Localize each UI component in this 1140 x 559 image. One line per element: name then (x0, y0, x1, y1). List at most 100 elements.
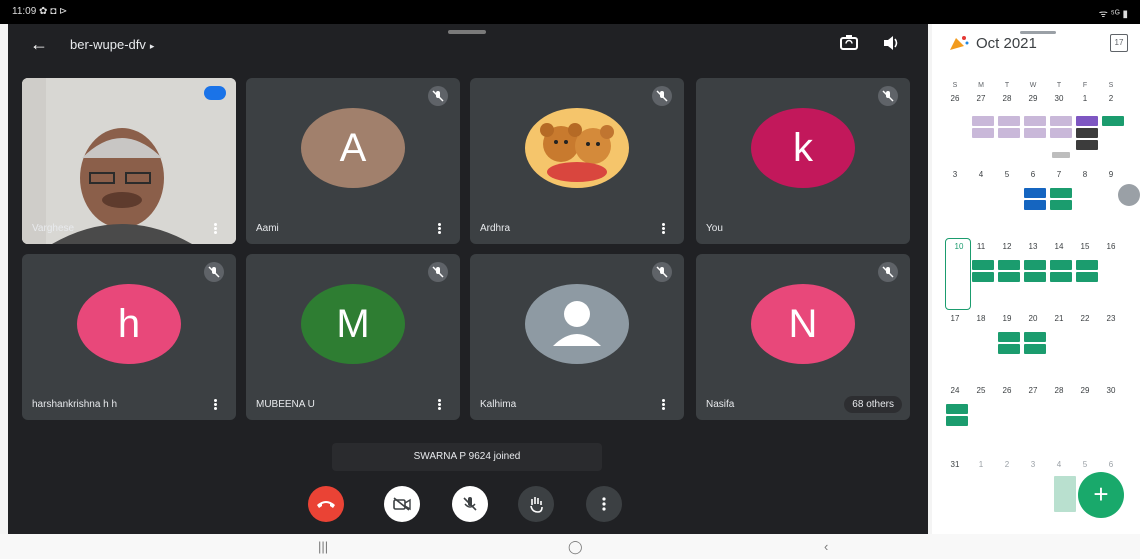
more-vert-icon[interactable] (214, 399, 218, 411)
day-number[interactable]: 2 (1100, 94, 1122, 103)
recents-icon[interactable]: ||| (318, 539, 328, 554)
day-number[interactable]: 9 (1100, 170, 1122, 179)
day-number[interactable]: 24 (944, 386, 966, 395)
home-icon[interactable]: ◯ (568, 539, 583, 555)
calendar-event[interactable] (1050, 128, 1072, 138)
more-options-button[interactable] (586, 486, 622, 522)
calendar-event[interactable] (972, 272, 994, 282)
calendar-event[interactable] (1024, 188, 1046, 198)
calendar-event[interactable] (998, 344, 1020, 354)
participant-tile[interactable]: k You (696, 78, 910, 244)
day-number[interactable]: 6 (1022, 170, 1044, 179)
day-number[interactable]: 3 (944, 170, 966, 179)
camera-switch-icon[interactable] (838, 32, 860, 54)
add-event-button[interactable]: + (1078, 472, 1124, 518)
calendar-event[interactable] (1076, 272, 1098, 282)
day-number[interactable]: 4 (1048, 460, 1070, 469)
mic-toggle-button[interactable] (452, 486, 488, 522)
participant-tile[interactable]: Varghese (22, 78, 236, 244)
day-number[interactable]: 25 (970, 386, 992, 395)
calendar-drag-handle[interactable] (1020, 31, 1056, 34)
day-number[interactable]: 28 (996, 94, 1018, 103)
day-number[interactable]: 5 (1074, 460, 1096, 469)
day-number[interactable]: 1 (970, 460, 992, 469)
day-number[interactable]: 22 (1074, 314, 1096, 323)
day-number[interactable]: 19 (996, 314, 1018, 323)
more-vert-icon[interactable] (438, 399, 442, 411)
calendar-event[interactable] (1054, 476, 1076, 512)
day-number[interactable]: 29 (1022, 94, 1044, 103)
calendar-event[interactable] (1024, 272, 1046, 282)
calendar-event[interactable] (972, 116, 994, 126)
calendar-event[interactable] (1024, 128, 1046, 138)
calendar-event[interactable] (972, 128, 994, 138)
day-number[interactable]: 4 (970, 170, 992, 179)
day-number[interactable]: 30 (1048, 94, 1070, 103)
day-number[interactable]: 18 (970, 314, 992, 323)
participant-tile[interactable]: M MUBEENA U (246, 254, 460, 420)
day-number[interactable]: 27 (970, 94, 992, 103)
calendar-event[interactable] (1050, 260, 1072, 270)
edge-panel-handle[interactable] (1118, 184, 1140, 206)
day-number[interactable]: 1 (1074, 94, 1096, 103)
day-number[interactable]: 12 (996, 242, 1018, 251)
participant-tile[interactable]: N Nasifa 68 others (696, 254, 910, 420)
calendar-event[interactable] (1050, 116, 1072, 126)
day-number[interactable]: 28 (1048, 386, 1070, 395)
day-number[interactable]: 27 (1022, 386, 1044, 395)
calendar-event[interactable] (1024, 332, 1046, 342)
calendar-event[interactable] (1050, 188, 1072, 198)
meeting-code[interactable]: ber-wupe-dfv ▸ (70, 37, 154, 52)
speaker-icon[interactable] (880, 32, 902, 54)
day-number[interactable]: 20 (1022, 314, 1044, 323)
participant-tile[interactable]: A Aami (246, 78, 460, 244)
drag-handle[interactable] (448, 30, 486, 34)
day-number[interactable]: 26 (944, 94, 966, 103)
day-number[interactable]: 26 (996, 386, 1018, 395)
calendar-event[interactable] (998, 260, 1020, 270)
day-number[interactable]: 21 (1048, 314, 1070, 323)
day-number[interactable]: 2 (996, 460, 1018, 469)
day-number[interactable]: 15 (1074, 242, 1096, 251)
calendar-event[interactable] (1050, 272, 1072, 282)
camera-toggle-button[interactable] (384, 486, 420, 522)
day-number[interactable]: 8 (1074, 170, 1096, 179)
calendar-event[interactable] (1024, 344, 1046, 354)
calendar-event[interactable] (1050, 200, 1072, 210)
calendar-event[interactable] (946, 404, 968, 414)
calendar-event[interactable] (972, 260, 994, 270)
calendar-event[interactable] (1076, 260, 1098, 270)
day-number[interactable]: 29 (1074, 386, 1096, 395)
day-number[interactable]: 5 (996, 170, 1018, 179)
more-vert-icon[interactable] (662, 223, 666, 235)
day-number[interactable]: 31 (944, 460, 966, 469)
participant-tile[interactable]: Kalhima (470, 254, 684, 420)
arrow-left-icon[interactable]: ← (30, 34, 48, 55)
calendar-event[interactable] (1024, 260, 1046, 270)
day-number[interactable]: 30 (1100, 386, 1122, 395)
calendar-month[interactable]: Oct 2021 (976, 35, 1037, 52)
more-vert-icon[interactable] (438, 223, 442, 235)
party-emoji-icon[interactable] (948, 34, 970, 52)
day-number[interactable]: 13 (1022, 242, 1044, 251)
calendar-event[interactable] (998, 116, 1020, 126)
calendar-event[interactable] (1076, 116, 1098, 126)
more-vert-icon[interactable] (214, 223, 218, 235)
calendar-event[interactable] (1052, 152, 1070, 158)
day-number[interactable]: 14 (1048, 242, 1070, 251)
calendar-event[interactable] (1076, 140, 1098, 150)
calendar-event[interactable] (998, 332, 1020, 342)
calendar-event[interactable] (998, 128, 1020, 138)
day-number[interactable]: 17 (944, 314, 966, 323)
back-nav-icon[interactable]: ‹ (824, 539, 828, 554)
calendar-event[interactable] (998, 272, 1020, 282)
others-badge[interactable]: 68 others (844, 396, 902, 413)
more-vert-icon[interactable] (662, 399, 666, 411)
day-number[interactable]: 16 (1100, 242, 1122, 251)
day-number[interactable]: 3 (1022, 460, 1044, 469)
participant-tile[interactable]: Ardhra (470, 78, 684, 244)
calendar-event[interactable] (1024, 116, 1046, 126)
calendar-today-icon[interactable]: 17 (1110, 34, 1128, 52)
day-number[interactable]: 11 (970, 242, 992, 251)
calendar-event[interactable] (1024, 200, 1046, 210)
